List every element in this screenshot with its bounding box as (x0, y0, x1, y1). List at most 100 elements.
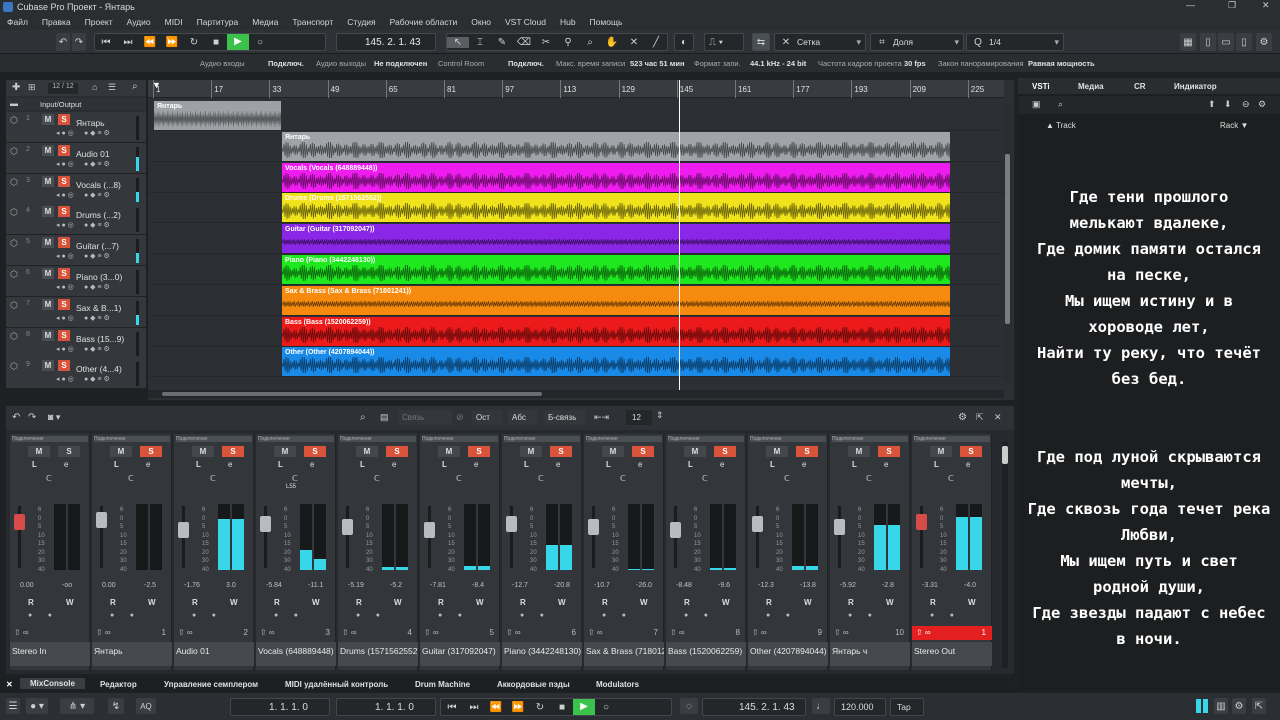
channel-mute-button[interactable]: M (766, 446, 788, 457)
metronome-icon[interactable]: ♩ (812, 698, 830, 714)
volume-fader[interactable] (342, 519, 353, 535)
track-name[interactable]: Piano (3...0) (76, 272, 122, 282)
q-link-button[interactable]: Б-связь (544, 410, 586, 425)
volume-fader[interactable] (670, 522, 681, 538)
timeline-ruler[interactable]: 1 17 33 49 65 81 97 113 129 145 161 177 193 209 225 ▼ (148, 80, 1004, 98)
list-icon[interactable]: ☰ (108, 82, 116, 93)
routing-slot[interactable]: Подключение (340, 436, 416, 442)
track-row[interactable]: ⬡ 9 M S Other (4...4) ◂ ● ◎ ● ◆ ≡ ⚙ (6, 358, 146, 390)
channel-mute-button[interactable]: M (274, 446, 296, 457)
write-automation-button[interactable]: W (148, 598, 156, 607)
quantize-select[interactable]: Q 1/4 ▾ (966, 33, 1064, 51)
mixer-close-icon[interactable]: ✕ (994, 412, 1002, 423)
rewind-icon[interactable]: ⏪ (139, 37, 161, 48)
minimize-button[interactable]: — (1186, 0, 1195, 10)
track-monitor-icons[interactable]: ◂ ● ◎ (56, 221, 74, 229)
auto-quantize-button[interactable]: AQ (136, 698, 156, 714)
edit-channel-icon[interactable]: e (146, 460, 150, 469)
volume-fader[interactable] (506, 516, 517, 532)
read-automation-button[interactable]: R (766, 598, 772, 607)
menu-media[interactable]: Медиа (245, 17, 285, 27)
routing-slot[interactable]: Подключение (750, 436, 826, 442)
link-button[interactable]: Связь (398, 410, 452, 425)
solo-button[interactable]: S (58, 268, 70, 279)
settings-icon[interactable]: ⚙ (1256, 33, 1272, 51)
layout-left-icon[interactable]: ▯ (1200, 33, 1216, 51)
pan-law-value[interactable]: Равная мощность (1028, 59, 1095, 68)
solo-button[interactable]: S (58, 175, 70, 187)
mixer-undo-icon[interactable]: ↶ (12, 412, 20, 423)
edit-channel-icon[interactable]: e (884, 460, 888, 469)
audio-event[interactable]: Янтарь (282, 131, 950, 161)
position-display[interactable]: 145. 2. 1. 43 (336, 33, 436, 51)
read-automation-button[interactable]: R (192, 598, 198, 607)
track-lane[interactable]: Piano (Piano (3442248130)) (148, 254, 1004, 285)
vsti-down-icon[interactable]: ⬇ (1224, 99, 1232, 110)
add-folder-icon[interactable]: ⊞ (28, 82, 36, 93)
track-edit-icons[interactable]: ● ◆ ≡ ⚙ (84, 221, 110, 229)
play-icon[interactable]: ▶ (227, 34, 249, 50)
mixer-redo-icon[interactable]: ↷ (28, 412, 36, 423)
channel-name[interactable]: Sax & Brass (71801241) (584, 642, 664, 666)
solo-button[interactable]: S (58, 237, 70, 249)
absolute-button[interactable]: Абс (508, 410, 538, 425)
playback-cursor[interactable] (679, 80, 680, 390)
channel-solo-button[interactable]: S (878, 446, 900, 457)
mute-button[interactable]: M (42, 206, 54, 218)
track-lane[interactable]: Sax & Brass (Sax & Brass (71801241)) (148, 285, 1004, 316)
link-icon[interactable]: ⇧ ∞ (178, 628, 193, 637)
solo-button[interactable]: S (58, 329, 70, 341)
channel-name[interactable]: Stereo Out (912, 642, 992, 666)
listen-button[interactable]: L (32, 460, 37, 469)
peak-value[interactable]: -2.8 (882, 582, 894, 589)
routing-slot[interactable]: Подключение (176, 436, 252, 442)
edit-channel-icon[interactable]: e (310, 460, 314, 469)
go-to-start-icon[interactable]: ⏮ (95, 37, 117, 48)
track-search-icon[interactable]: ⌕ (132, 81, 138, 92)
track-lane[interactable]: Guitar (Guitar (317092047)) (148, 223, 1004, 255)
channel-name[interactable]: Other (4207894044) (748, 642, 828, 666)
channel-solo-button[interactable]: S (58, 446, 80, 457)
mute-button[interactable]: M (42, 175, 54, 187)
volume-value[interactable]: -5.92 (840, 582, 856, 589)
channel-solo-button[interactable]: S (550, 446, 572, 457)
peak-value[interactable]: -9.6 (718, 582, 730, 589)
write-automation-button[interactable]: W (722, 598, 730, 607)
channel-name[interactable]: Piano (3442248130) (502, 642, 582, 666)
volume-fader[interactable] (588, 519, 599, 535)
solo-button[interactable]: S (58, 114, 70, 125)
menu-window[interactable]: Окно (464, 17, 498, 27)
routing-slot[interactable]: Подключение (12, 436, 88, 442)
peak-value[interactable]: 3.0 (226, 582, 236, 589)
write-automation-button[interactable]: W (968, 598, 976, 607)
mute-button[interactable]: M (42, 360, 54, 372)
volume-value[interactable]: -12.3 (758, 582, 774, 589)
next-marker-icon[interactable]: ⏭ (117, 37, 139, 48)
volume-value[interactable]: -12.7 (512, 582, 528, 589)
edit-channel-icon[interactable]: e (556, 460, 560, 469)
routing-slot[interactable]: Подключение (586, 436, 662, 442)
track-edit-icons[interactable]: ● ◆ ≡ ⚙ (84, 160, 110, 168)
maximize-button[interactable]: ❐ (1228, 0, 1236, 11)
read-automation-button[interactable]: R (274, 598, 280, 607)
audio-event[interactable]: Other (Other (4207894044)) (282, 347, 950, 377)
track-monitor-icons[interactable]: ◂ ● ◎ (56, 252, 74, 260)
peak-value[interactable]: -oo (62, 582, 72, 589)
solo-button[interactable]: S (58, 298, 70, 310)
track-lane[interactable]: Bass (Bass (1520062259)) (148, 316, 1004, 347)
hand-tool-icon[interactable]: ✋ (601, 37, 623, 48)
transport-record-icon[interactable]: ○ (595, 702, 617, 713)
routing-slot[interactable]: Подключение (504, 436, 580, 442)
control-room-value[interactable]: Подключ. (508, 59, 544, 68)
vsti-search-icon[interactable]: ⌕ (1058, 99, 1063, 110)
volume-fader[interactable] (96, 512, 107, 528)
write-automation-button[interactable]: W (640, 598, 648, 607)
track-monitor-icons[interactable]: ◂ ● ◎ (56, 160, 74, 168)
pan-knob[interactable]: ᑕ (702, 474, 708, 483)
keyboard-icon[interactable]: ▦ (1180, 33, 1196, 51)
menu-score[interactable]: Партитура (190, 17, 246, 27)
link-icon[interactable]: ⇧ ∞ (588, 628, 603, 637)
link-icon[interactable]: ⇧ ∞ (834, 628, 849, 637)
volume-value[interactable]: -5.19 (348, 582, 364, 589)
visible-channels-count[interactable]: 12 (626, 410, 652, 425)
